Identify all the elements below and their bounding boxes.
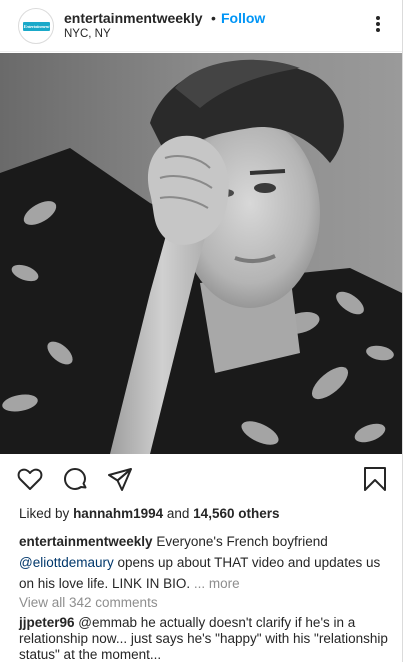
post-header: Entertainment entertainmentweekly • Foll… [0,0,402,52]
comment-item: jjpeter96 @emmab he actually doesn't cla… [19,615,391,662]
portrait-photo [0,53,402,454]
bookmark-icon[interactable] [360,464,390,494]
location-link[interactable]: NYC, NY [64,28,111,40]
action-bar [0,458,402,502]
likes-prefix: Liked by [19,506,70,521]
instagram-post: Entertainment entertainmentweekly • Foll… [0,0,403,662]
share-icon[interactable] [105,464,135,494]
view-all-comments-link[interactable]: View all 342 comments [19,595,158,610]
caption-mention[interactable]: @eliottdemaury [19,555,114,570]
heart-icon[interactable] [15,464,45,494]
caption-username[interactable]: entertainmentweekly [19,534,153,549]
likes-summary: Liked by hannahm1994 and 14,560 others [19,506,279,521]
more-options-icon[interactable] [368,12,388,36]
follow-button[interactable]: Follow [221,10,265,26]
comment-text: @emmab he actually doesn't clarify if he… [19,615,388,662]
likes-others-link[interactable]: 14,560 others [193,506,279,521]
comment-icon[interactable] [60,464,90,494]
avatar[interactable]: Entertainment [18,8,54,44]
post-caption: entertainmentweekly Everyone's French bo… [19,531,391,594]
separator-dot: • [211,10,216,26]
caption-text-1: Everyone's French boyfriend [156,534,328,549]
comment-username[interactable]: jjpeter96 [19,615,75,630]
caption-more-link[interactable]: ... more [194,576,240,591]
username-link[interactable]: entertainmentweekly [64,10,203,26]
liker-username[interactable]: hannahm1994 [73,506,163,521]
likes-conjunction: and [166,506,190,521]
post-image[interactable] [0,53,402,454]
brand-logo: Entertainment [23,22,50,31]
